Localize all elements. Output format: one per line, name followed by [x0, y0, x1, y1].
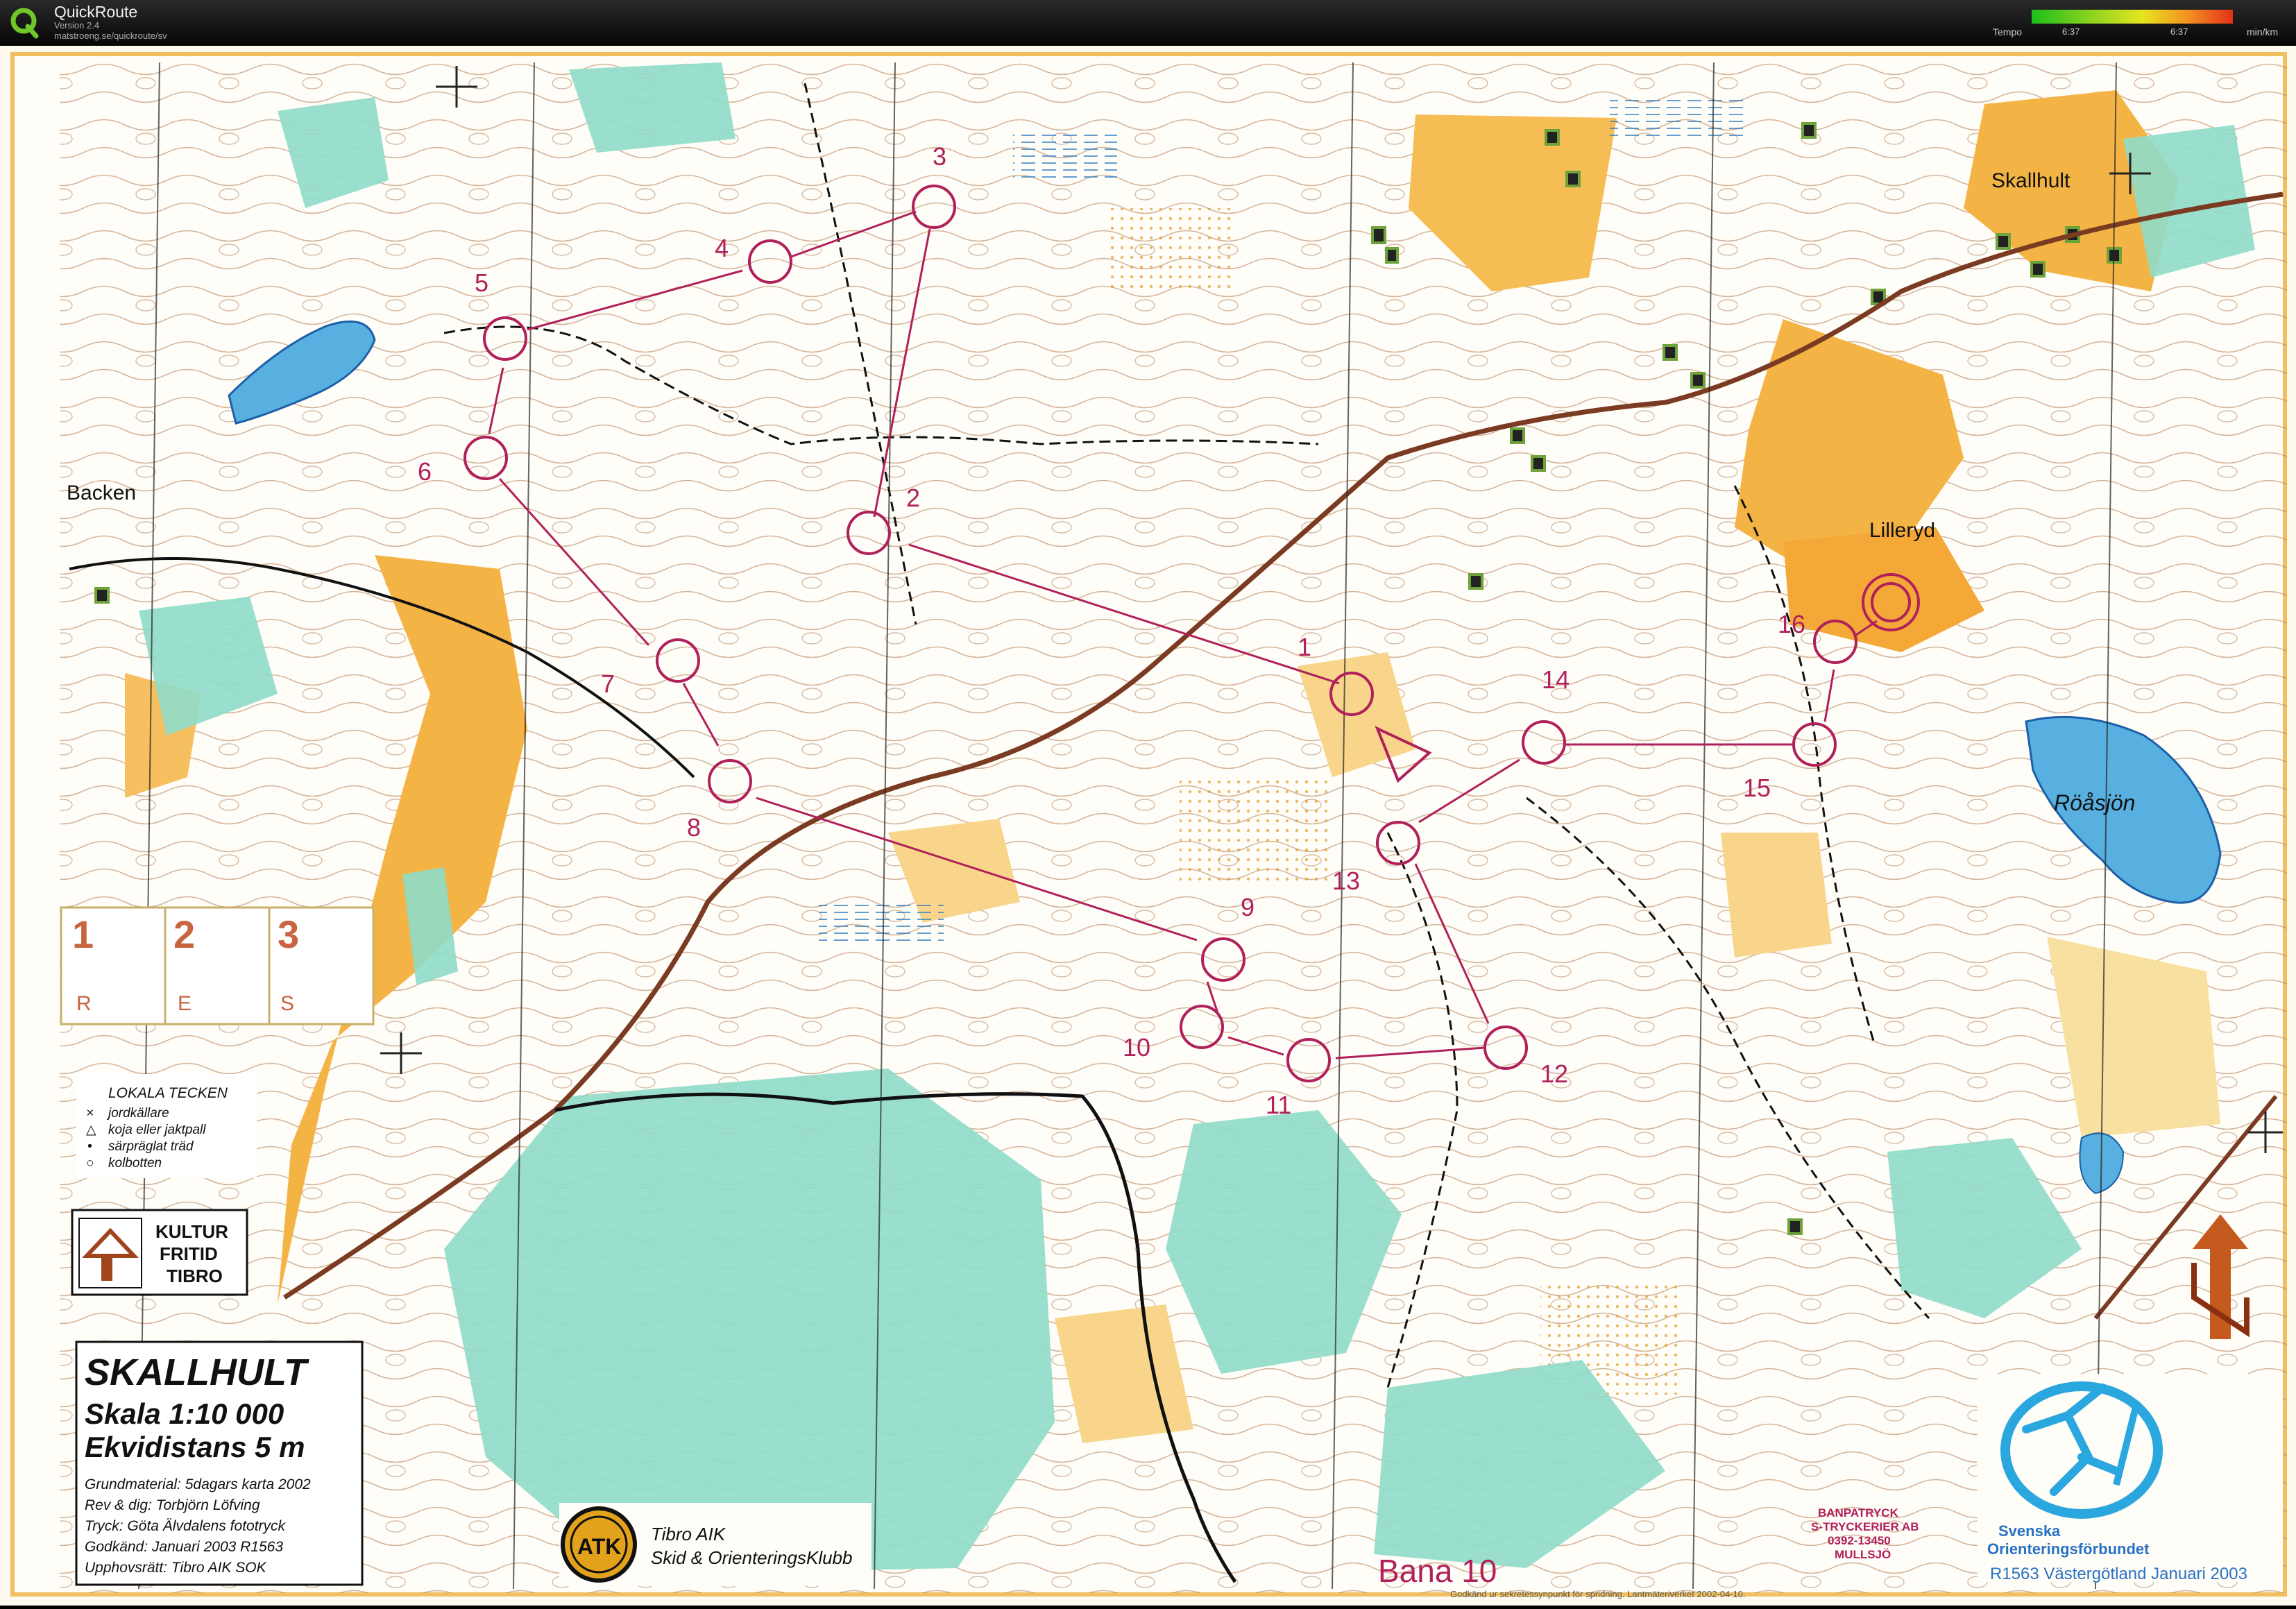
credit-line-1: Grundmaterial: 5dagars karta 2002	[85, 1476, 311, 1492]
control-label-3: 3	[933, 142, 946, 171]
control-label-8: 8	[687, 813, 701, 842]
legend-symbol-charcoal-icon: ○	[86, 1156, 94, 1170]
title-block: SKALLHULT Skala 1:10 000 Ekvidistans 5 m…	[75, 1340, 364, 1586]
control-label-4: 4	[715, 234, 729, 262]
sof-line-1: Svenska	[1998, 1522, 2061, 1540]
credit-line-2: Rev & dig: Torbjörn Löfving	[85, 1497, 260, 1513]
legend-symbol-cellar-icon: ×	[86, 1106, 94, 1121]
sof-logo: Svenska Orienteringsförbundet R1563 Väst…	[1978, 1374, 2283, 1583]
legend-symbol-tree-icon: •	[87, 1139, 92, 1154]
place-name-roasjon: Röåsjön	[2054, 790, 2135, 815]
res-letter-r: R	[76, 992, 92, 1015]
club-logo: ATK Tibro AIK Skid & OrienteringsKlubb	[559, 1503, 871, 1586]
legend-item-koja: koja eller jaktpall	[108, 1123, 206, 1137]
map-viewport[interactable]: 1 2 3 4 5 6 7 8 9 10 11 12 13 14 15 16 B…	[0, 46, 2296, 1606]
club-subtitle: Skid & OrienteringsKlubb	[651, 1547, 852, 1568]
tempo-label: Tempo	[1993, 26, 2023, 37]
kultur-line-1: KULTUR	[155, 1221, 228, 1242]
club-name: Tibro AIK	[651, 1524, 726, 1544]
control-label-11: 11	[1266, 1091, 1291, 1119]
local-legend: LOKALA TECKEN × jordkällare △ koja eller…	[76, 1074, 257, 1178]
res-number-1: 1	[72, 912, 94, 956]
app-url[interactable]: matstroeng.se/quickroute/sv	[54, 31, 167, 41]
printer-line-2: S-TRYCKERIER AB	[1811, 1520, 1919, 1533]
place-name-backen: Backen	[67, 482, 136, 504]
course-label: Bana 10	[1378, 1553, 1497, 1589]
control-label-14: 14	[1542, 665, 1570, 694]
control-label-6: 6	[418, 457, 432, 486]
control-label-10: 10	[1123, 1033, 1150, 1062]
control-label-2: 2	[906, 484, 920, 512]
credit-line-3: Tryck: Göta Älvdalens fototryck	[85, 1518, 287, 1534]
app-version: Version 2.4	[54, 20, 100, 31]
control-label-5: 5	[475, 269, 488, 297]
tempo-tick-high: 6:37	[2170, 26, 2188, 37]
sof-approval: R1563 Västergötland Januari 2003	[1990, 1565, 2247, 1583]
printer-line-4: MULLSJÖ	[1835, 1548, 1891, 1561]
legend-item-kolbotten: kolbotten	[108, 1156, 162, 1170]
rough-open-land	[1110, 208, 1235, 291]
rough-open-land	[1180, 777, 1332, 881]
control-label-12: 12	[1540, 1059, 1568, 1088]
legend-symbol-hide-icon: △	[86, 1123, 96, 1137]
legend-item-trad: särpräglat träd	[108, 1139, 194, 1154]
club-badge-text: ATK	[577, 1534, 621, 1559]
printer-line-3: 0392-13450	[1828, 1534, 1891, 1547]
res-letter-s: S	[280, 992, 294, 1015]
control-label-7: 7	[601, 670, 615, 698]
map-title: SKALLHULT	[85, 1352, 309, 1393]
res-number-2: 2	[173, 912, 195, 956]
kultur-fritid-tibro-logo: KULTUR FRITID TIBRO	[71, 1209, 248, 1296]
quickroute-q-logo-icon	[10, 8, 39, 39]
place-name-skallhult: Skallhult	[1991, 169, 2070, 192]
tempo-unit: min/km	[2247, 26, 2279, 37]
kultur-line-2: FRITID	[160, 1243, 218, 1264]
kultur-line-3: TIBRO	[167, 1266, 223, 1286]
res-box: 1 2 3 R E S	[60, 906, 375, 1025]
printer-line-1: BANPATRYCK	[1818, 1506, 1899, 1519]
app-titlebar: QuickRoute Version 2.4 matstroeng.se/qui…	[0, 0, 2296, 46]
orienteering-map[interactable]: 1 2 3 4 5 6 7 8 9 10 11 12 13 14 15 16 B…	[0, 46, 2296, 1606]
control-label-9: 9	[1241, 893, 1255, 921]
app-title: QuickRoute	[54, 3, 138, 21]
map-contour-interval: Ekvidistans 5 m	[85, 1431, 305, 1463]
res-number-3: 3	[278, 912, 299, 956]
place-name-lilleryd: Lilleryd	[1869, 519, 1935, 542]
credit-line-4: Godkänd: Januari 2003 R1563	[85, 1539, 283, 1555]
tempo-color-scale[interactable]	[2032, 10, 2233, 24]
map-scale: Skala 1:10 000	[85, 1397, 284, 1430]
legend-item-jordkallare: jordkällare	[106, 1106, 169, 1121]
control-label-16: 16	[1778, 610, 1805, 638]
control-label-1: 1	[1298, 633, 1311, 661]
res-letter-e: E	[178, 992, 192, 1015]
control-label-13: 13	[1332, 867, 1360, 895]
credit-line-5: Upphovsrätt: Tibro AIK SOK	[85, 1560, 267, 1576]
sof-line-2: Orienteringsförbundet	[1987, 1540, 2150, 1558]
tempo-tick-low: 6:37	[2062, 26, 2080, 37]
footer-note: Godkänd ur sekretessynpunkt för spridnin…	[1450, 1589, 1746, 1599]
legend-title: LOKALA TECKEN	[108, 1085, 228, 1101]
control-label-15: 15	[1743, 774, 1771, 802]
